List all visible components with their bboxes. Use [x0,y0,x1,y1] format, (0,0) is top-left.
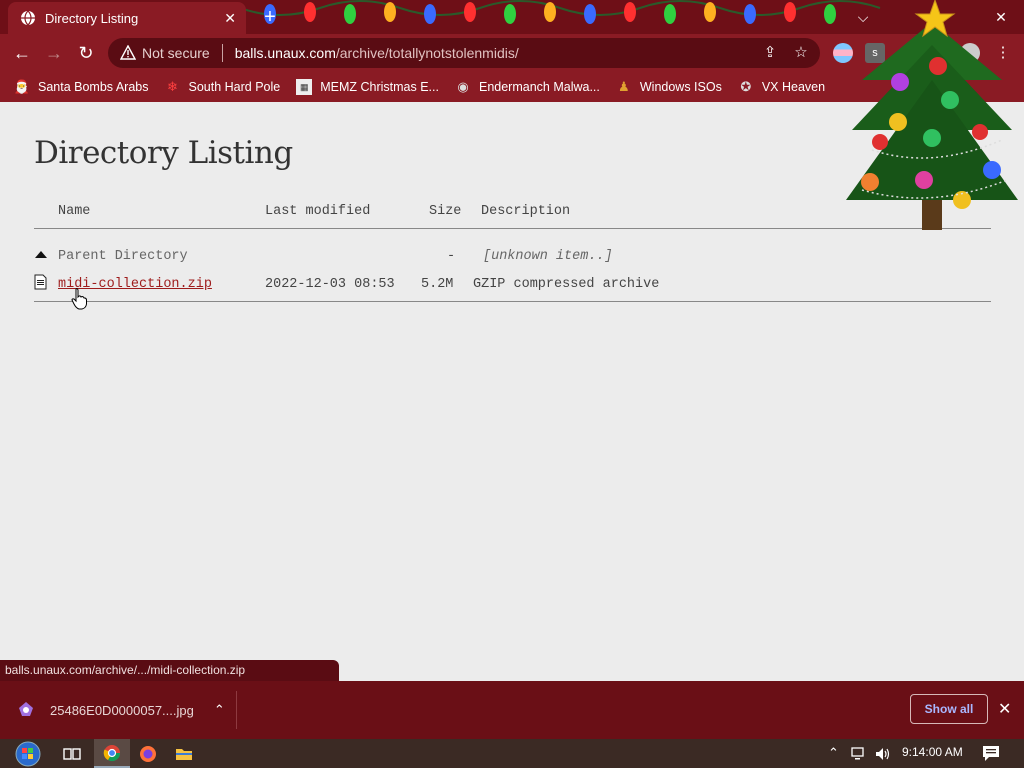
link-status-bar: balls.unaux.com/archive/.../midi-collect… [0,660,339,681]
forward-button[interactable]: → [41,41,67,65]
start-button[interactable] [8,739,48,768]
up-arrow-icon [35,251,47,258]
bookmark-label: Endermanch Malwa... [478,80,600,94]
url-domain: balls.unaux.com [234,45,336,61]
bookmark-label: Windows ISOs [639,80,722,94]
santa-icon: 🎅 [13,79,31,94]
bookmark-endermanch-malware[interactable]: ◉ Endermanch Malwa... [455,79,600,95]
column-header-last-modified[interactable]: Last modified [265,204,370,219]
not-secure-label[interactable]: Not secure [142,45,210,61]
taskbar-chrome[interactable] [94,739,130,768]
taskbar-firefox[interactable] [130,739,166,768]
row-description: GZIP compressed archive [473,277,660,292]
column-header-description[interactable]: Description [481,204,570,219]
bookmark-label: Santa Bombs Arabs [38,80,149,94]
tab-title: Directory Listing [45,10,139,26]
address-bar[interactable]: Not secure balls.unaux.com/archive/total… [108,38,820,68]
chevron-up-icon[interactable]: ⌃ [214,702,225,718]
christmas-lights-decoration [240,0,881,24]
back-button[interactable]: ← [9,41,35,65]
taskbar-clock[interactable]: 9:14:00 AM [902,745,963,759]
network-icon[interactable] [850,746,868,762]
url-path: /archive/totallynotstolenmidis/ [335,45,519,61]
tab-directory-listing[interactable]: Directory Listing ✕ [8,2,246,34]
windows-start-orb-icon [15,741,41,766]
bookmark-santa-bombs-arabs[interactable]: 🎅 Santa Bombs Arabs [13,79,149,95]
downloads-bar: 25486E0D0000057....jpg ⌃ Show all ✕ [0,681,1024,739]
tray-overflow-chevron-icon[interactable]: ⌃ [828,745,839,761]
reload-button[interactable]: ↻ [73,41,99,65]
page-title: Directory Listing [34,135,293,171]
chrome-icon [103,744,121,761]
tab-close-icon[interactable]: ✕ [224,10,236,27]
table-row-parent: Parent Directory - [unknown item..] [34,246,991,268]
windows-taskbar: ⌃ 9:14:00 AM [0,739,1024,768]
raccoon-icon: ◉ [457,79,469,94]
share-icon[interactable]: ⇪ [761,43,779,61]
download-item[interactable]: 25486E0D0000057....jpg ⌃ [16,697,225,723]
globe-icon [21,10,35,26]
bookmark-memz-christmas[interactable]: ▦ MEMZ Christmas E... [296,79,439,95]
firefox-icon [140,745,156,762]
table-row-file: midi-collection.zip 2022-12-03 08:53 5.2… [34,274,991,296]
task-view-button[interactable] [54,739,90,768]
download-filename: 25486E0D0000057....jpg [50,702,194,718]
downloads-close-icon[interactable]: ✕ [998,699,1011,719]
row-size: 5.2M [421,277,454,292]
memz-icon: ▦ [296,79,313,95]
christmas-tree-decoration [846,0,1018,230]
row-size: - [447,249,456,264]
hand-cursor-icon [71,288,87,310]
bookmark-vx-heaven[interactable]: ✪ VX Heaven [738,79,825,95]
snowflake-icon: ❄ [167,79,178,94]
bookmark-windows-isos[interactable]: ♟ Windows ISOs [616,79,722,95]
volume-icon[interactable] [874,746,892,762]
download-file-icon [19,702,33,716]
row-last-modified: 2022-12-03 08:53 [265,277,395,292]
omnibox-separator [221,44,223,62]
show-all-button[interactable]: Show all [910,694,988,724]
column-header-size[interactable]: Size [429,204,461,219]
bookmark-south-hard-pole[interactable]: ❄ South Hard Pole [164,79,280,95]
row-description: [unknown item..] [483,249,613,264]
taskbar-file-explorer[interactable] [166,739,202,768]
column-header-name[interactable]: Name [58,204,90,219]
figure-icon: ♟ [618,79,630,94]
footer-divider [34,301,991,302]
bookmark-label: MEMZ Christmas E... [320,80,439,94]
vx-icon: ✪ [740,79,752,94]
bookmark-label: South Hard Pole [188,80,281,94]
bookmark-star-icon[interactable]: ☆ [792,43,810,61]
file-icon [34,274,47,290]
folder-icon [176,748,192,760]
downloads-divider [236,691,237,729]
warning-icon [120,45,136,60]
new-tab-button[interactable]: + [258,6,282,28]
task-view-icon [63,747,81,760]
bookmark-label: VX Heaven [761,80,826,94]
parent-directory-link[interactable]: Parent Directory [58,249,188,264]
notifications-icon[interactable] [982,745,1000,762]
